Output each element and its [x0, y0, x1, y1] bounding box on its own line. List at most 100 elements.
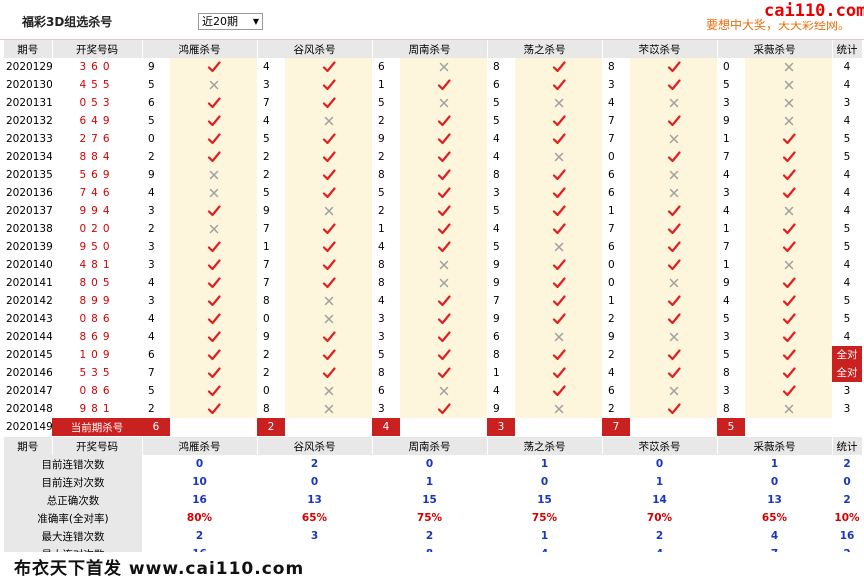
check-icon	[745, 274, 832, 292]
cross-icon	[515, 400, 602, 418]
kill-number-cell: 8	[608, 61, 615, 73]
kill-number-cell: 1	[608, 205, 615, 217]
kill-number-cell: 7	[608, 223, 615, 235]
col-expert: 谷风杀号	[257, 40, 373, 58]
check-icon	[630, 364, 717, 382]
table-row: 2020130 455 5 3 1 6 3 5 4	[4, 76, 862, 94]
cross-icon	[630, 166, 717, 184]
cross-icon	[745, 94, 832, 112]
kill-number-cell: 4	[148, 187, 155, 199]
check-icon	[515, 256, 602, 274]
check-icon	[745, 148, 832, 166]
check-icon	[515, 202, 602, 220]
stats-value: 0	[540, 476, 549, 488]
stats-value: 13	[767, 494, 782, 506]
table-row: 2020137 994 3 9 2 5 1 4 4	[4, 202, 862, 220]
draw-number-cell: 884	[79, 151, 115, 163]
table-row: 2020146 535 7 2 8 1 4 8 全对	[4, 364, 862, 382]
check-icon	[515, 166, 602, 184]
kill-number-cell: 2	[263, 349, 270, 361]
cross-icon	[285, 112, 372, 130]
cross-icon	[745, 256, 832, 274]
col-stats: 统计	[832, 437, 863, 455]
kill-number-cell: 9	[493, 313, 500, 325]
kill-number-cell: 4	[493, 133, 500, 145]
check-icon	[745, 346, 832, 364]
check-icon	[745, 292, 832, 310]
statistics-table: 期号 开奖号码 鸿雁杀号 谷风杀号 周南杀号 荡之杀号 芣苡杀号 采薇杀号 统计…	[4, 437, 863, 563]
kill-number-cell: 9	[493, 259, 500, 271]
stats-label: 最大连错次数	[4, 527, 142, 545]
draw-number-cell: 020	[79, 223, 115, 235]
stats-value: 2	[425, 530, 434, 542]
kill-number-cell: 9	[263, 331, 270, 343]
kill-number-cell: 9	[263, 205, 270, 217]
col-expert: 周南杀号	[372, 40, 488, 58]
site-logo[interactable]: cai110.com	[762, 1, 864, 21]
spacer-cell	[170, 418, 257, 436]
kill-number-cell: 5	[723, 313, 730, 325]
check-icon	[400, 130, 487, 148]
col-expert: 鸿雁杀号	[142, 40, 258, 58]
current-kill-number: 2	[257, 418, 285, 436]
kill-number-cell: 0	[608, 151, 615, 163]
check-icon	[285, 274, 372, 292]
check-icon	[285, 346, 372, 364]
check-icon	[285, 148, 372, 166]
spacer-cell	[285, 418, 372, 436]
cross-icon	[630, 328, 717, 346]
cross-icon	[630, 130, 717, 148]
current-period: 2020149	[6, 421, 52, 433]
kill-number-cell: 6	[148, 97, 155, 109]
draw-number-cell: 086	[79, 385, 115, 397]
kill-number-cell: 6	[493, 331, 500, 343]
check-icon	[745, 130, 832, 148]
kill-number-cell: 0	[608, 259, 615, 271]
kill-number-cell: 9	[608, 331, 615, 343]
check-icon	[745, 310, 832, 328]
kill-number-cell: 6	[608, 241, 615, 253]
period-cell: 2020138	[6, 223, 52, 235]
kill-number-cell: 4	[723, 169, 730, 181]
col-expert: 谷风杀号	[257, 437, 373, 455]
kill-number-cell: 7	[723, 241, 730, 253]
kill-number-cell: 6	[493, 79, 500, 91]
kill-number-cell: 5	[493, 205, 500, 217]
col-period: 期号	[4, 40, 53, 58]
kill-number-cell: 3	[148, 295, 155, 307]
check-icon	[515, 76, 602, 94]
kill-number-cell: 4	[493, 151, 500, 163]
check-icon	[170, 274, 257, 292]
check-icon	[630, 346, 717, 364]
check-icon	[400, 202, 487, 220]
kill-number-cell: 9	[148, 169, 155, 181]
cross-icon	[745, 76, 832, 94]
period-cell: 2020145	[6, 349, 52, 361]
kill-number-cell: 9	[723, 115, 730, 127]
cross-icon	[745, 202, 832, 220]
period-cell: 2020141	[6, 277, 52, 289]
stats-value: 1	[770, 458, 779, 470]
check-icon	[400, 292, 487, 310]
kill-number-cell: 1	[723, 259, 730, 271]
period-cell: 2020133	[6, 133, 52, 145]
period-cell: 2020146	[6, 367, 52, 379]
kill-number-cell: 1	[378, 79, 385, 91]
kill-number-cell: 3	[493, 187, 500, 199]
check-icon	[630, 220, 717, 238]
kill-number-cell: 8	[378, 277, 385, 289]
table-row: 2020147 086 5 0 6 4 6 3 3	[4, 382, 862, 400]
cross-icon	[285, 202, 372, 220]
stats-label: 目前连对次数	[4, 473, 142, 491]
kill-number-cell: 5	[378, 187, 385, 199]
period-range-select[interactable]: 近20期 ▼	[198, 13, 263, 30]
kill-number-cell: 4	[148, 331, 155, 343]
current-kill-number: 5	[717, 418, 745, 436]
stats-total: 0	[843, 476, 851, 488]
check-icon	[285, 130, 372, 148]
table-row: 2020132 649 5 4 2 5 7 9 4	[4, 112, 862, 130]
period-cell: 2020129	[6, 61, 52, 73]
kill-number-cell: 5	[263, 187, 270, 199]
spacer-cell	[515, 418, 602, 436]
kill-number-cell: 8	[493, 169, 500, 181]
